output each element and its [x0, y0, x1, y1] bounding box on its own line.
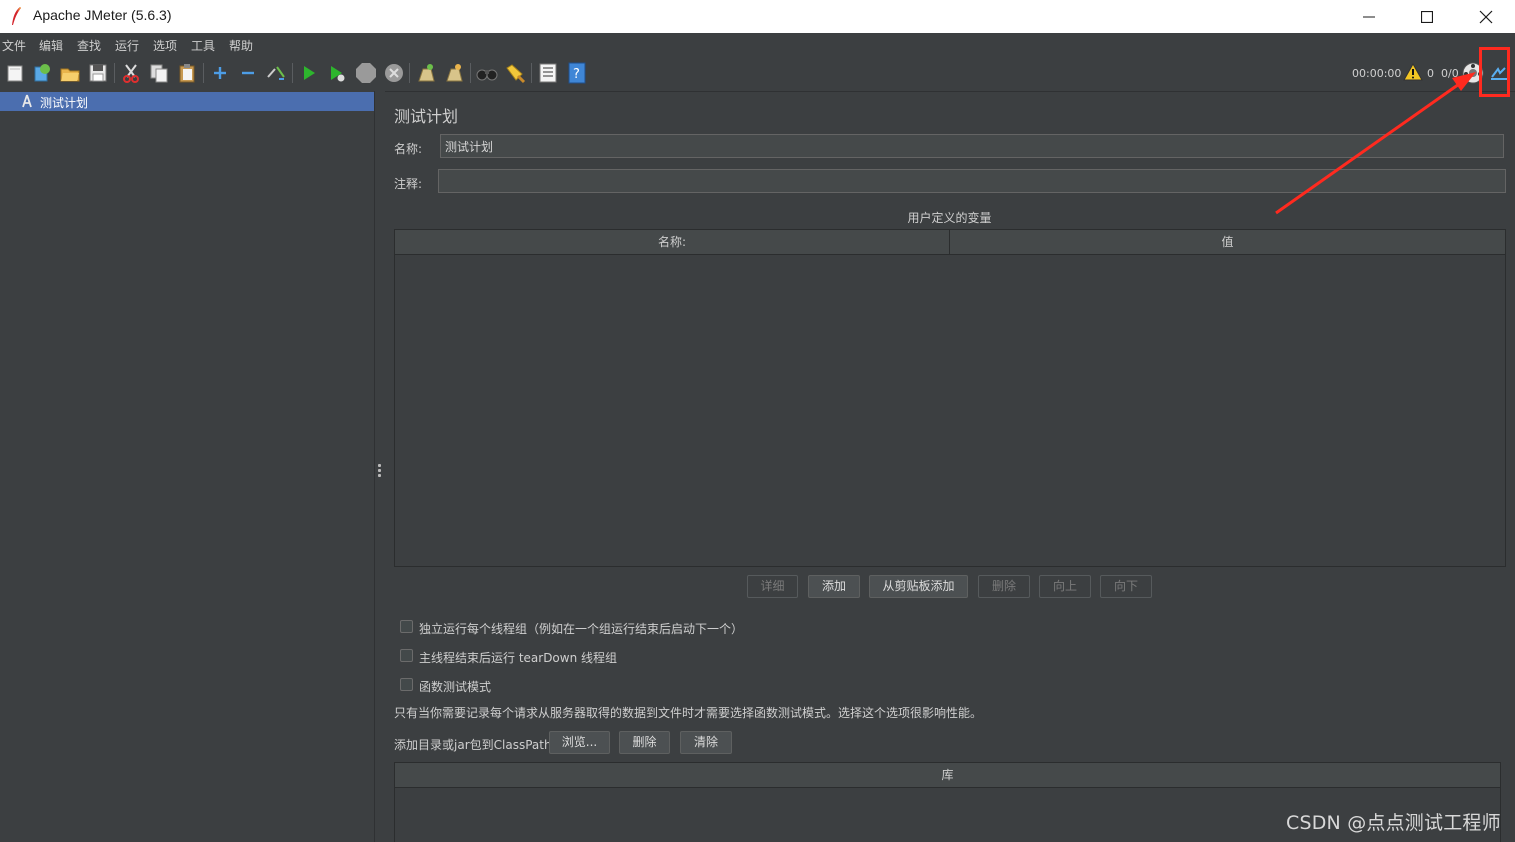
- copy-icon[interactable]: [148, 62, 170, 84]
- comment-label: 注释:: [394, 177, 423, 191]
- maximize-icon: [1421, 10, 1433, 23]
- close-button[interactable]: [1457, 0, 1515, 33]
- column-name[interactable]: 名称:: [395, 230, 950, 255]
- help-icon[interactable]: ?: [566, 62, 588, 84]
- collapse-icon[interactable]: [237, 62, 259, 84]
- tree-item-label: 测试计划: [40, 96, 89, 110]
- page-title: 测试计划: [394, 107, 459, 126]
- library-table-header: 库: [395, 763, 1500, 788]
- move-down-button[interactable]: 向下: [1100, 575, 1152, 598]
- classpath-label: 添加目录或jar包到ClassPath: [394, 738, 552, 752]
- functional-mode-note: 只有当你需要记录每个请求从服务器取得的数据到文件时才需要选择函数测试模式。选择这…: [394, 706, 983, 720]
- close-icon: [1479, 10, 1493, 23]
- table-header: 名称: 值: [395, 230, 1505, 255]
- watermark-text: CSDN @点点测试工程师: [1286, 812, 1501, 834]
- shutdown-icon[interactable]: [383, 62, 405, 84]
- toolbar: ? 00:00:00 0 0/0: [0, 55, 1515, 92]
- name-field[interactable]: [440, 134, 1504, 158]
- warning-count: 0: [1427, 67, 1434, 80]
- minimize-button[interactable]: [1340, 0, 1398, 33]
- menu-run[interactable]: 运行: [115, 37, 139, 54]
- classpath-clear-button[interactable]: 清除: [680, 731, 732, 754]
- expand-icon[interactable]: [209, 62, 231, 84]
- window-title: Apache JMeter (5.6.3): [33, 7, 172, 23]
- add-button[interactable]: 添加: [808, 575, 860, 598]
- start-icon[interactable]: [298, 62, 320, 84]
- toggle-icon[interactable]: [265, 62, 287, 84]
- teardown-label: 主线程结束后运行 tearDown 线程组: [419, 651, 618, 665]
- tree-item-test-plan[interactable]: 测试计划: [0, 92, 374, 111]
- comment-field[interactable]: [438, 169, 1506, 193]
- menu-help[interactable]: 帮助: [229, 37, 253, 54]
- function-helper-icon[interactable]: [537, 62, 559, 84]
- jmeter-feather-icon: [9, 6, 23, 26]
- menu-options[interactable]: 选项: [153, 37, 177, 54]
- paste-icon[interactable]: [176, 62, 198, 84]
- menu-bar: 文件 编辑 查找 运行 选项 工具 帮助: [0, 33, 1515, 55]
- start-no-pause-icon[interactable]: [326, 62, 348, 84]
- menu-file[interactable]: 文件: [2, 37, 26, 54]
- variables-table[interactable]: 名称: 值: [394, 229, 1506, 567]
- elapsed-time: 00:00:00: [1352, 67, 1402, 80]
- templates-icon[interactable]: [31, 62, 53, 84]
- variables-section-title: 用户定义的变量: [907, 211, 992, 225]
- test-tree: 测试计划: [0, 91, 374, 842]
- detail-button[interactable]: 详细: [747, 575, 798, 598]
- browse-button[interactable]: 浏览...: [549, 731, 610, 754]
- serialize-threadgroups-label: 独立运行每个线程组（例如在一个组运行结束后启动下一个）: [419, 622, 744, 636]
- minimize-icon: [1363, 16, 1375, 17]
- teardown-checkbox[interactable]: [400, 649, 413, 662]
- test-plan-icon: [21, 94, 33, 111]
- menu-search[interactable]: 查找: [77, 37, 101, 54]
- thread-count: 0/0: [1441, 67, 1459, 80]
- menu-tools[interactable]: 工具: [191, 37, 215, 54]
- svg-text:?: ?: [573, 67, 580, 82]
- new-icon[interactable]: [4, 62, 26, 84]
- name-label: 名称:: [394, 142, 423, 156]
- maximize-button[interactable]: [1398, 0, 1456, 33]
- clear-all-icon[interactable]: [443, 62, 465, 84]
- functional-mode-checkbox[interactable]: [400, 678, 413, 691]
- functional-mode-label: 函数测试模式: [419, 680, 492, 694]
- cut-icon[interactable]: [120, 62, 142, 84]
- menu-edit[interactable]: 编辑: [39, 37, 63, 54]
- column-library[interactable]: 库: [395, 763, 1500, 788]
- warning-icon[interactable]: [1402, 61, 1424, 83]
- highlight-box: [1479, 47, 1510, 97]
- classpath-delete-button[interactable]: 删除: [619, 731, 670, 754]
- clear-icon[interactable]: [415, 62, 437, 84]
- add-from-clipboard-button[interactable]: 从剪贴板添加: [869, 575, 968, 598]
- serialize-threadgroups-checkbox[interactable]: [400, 620, 413, 633]
- stop-icon[interactable]: [355, 62, 377, 84]
- column-value[interactable]: 值: [950, 230, 1505, 255]
- move-up-button[interactable]: 向上: [1039, 575, 1091, 598]
- save-icon[interactable]: [87, 62, 109, 84]
- reset-search-icon[interactable]: [504, 62, 526, 84]
- search-icon[interactable]: [476, 62, 498, 84]
- delete-button[interactable]: 删除: [978, 575, 1030, 598]
- splitter-handle[interactable]: [374, 91, 385, 842]
- title-bar: Apache JMeter (5.6.3): [0, 0, 1515, 33]
- open-icon[interactable]: [59, 62, 81, 84]
